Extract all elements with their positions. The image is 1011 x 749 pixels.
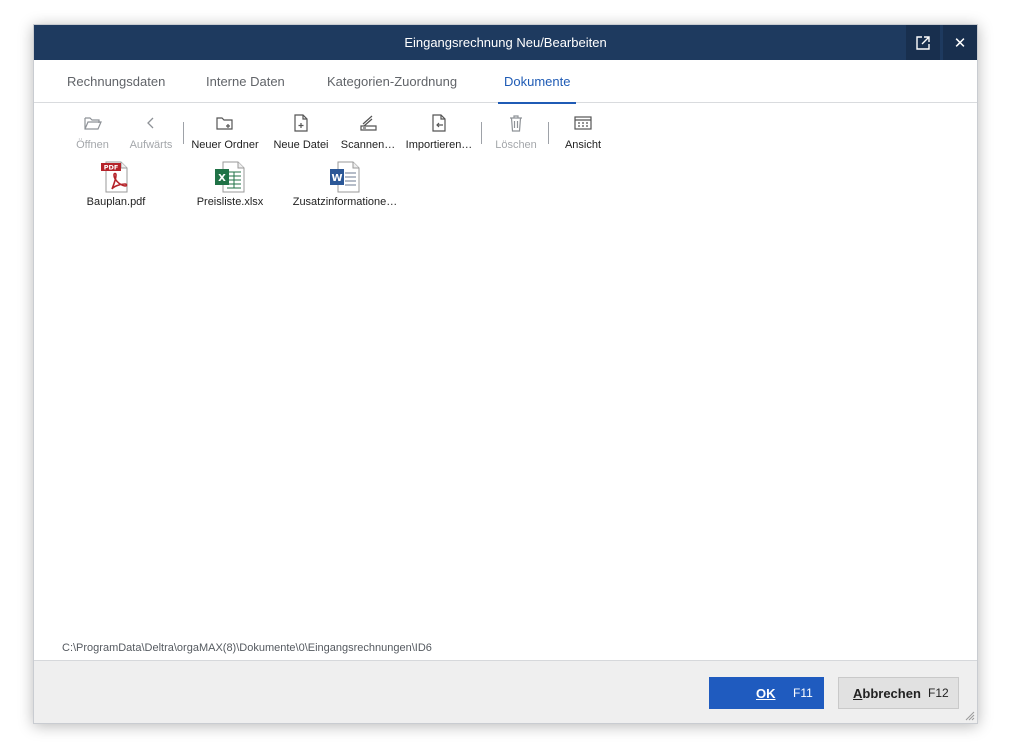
view-label: Ansicht [564,139,602,151]
cancel-button[interactable]: Abbrechen F12 [838,677,959,709]
new-file-icon [294,114,308,132]
open-label: Öffnen [76,139,109,151]
word-badge: W [331,173,342,184]
file-name: Bauplan.pdf [86,196,146,208]
folder-open-icon [83,117,102,130]
new-file-button[interactable]: Neue Datei [272,109,330,153]
up-label: Aufwärts [129,139,173,151]
tab-dokumente[interactable]: Dokumente [498,60,577,104]
new-folder-icon [216,117,233,130]
excel-badge: X [218,173,226,184]
file-item-zusatzinformationen[interactable]: W Zusatzinformatione… [292,159,398,215]
new-folder-button[interactable]: Neuer Ordner [190,109,260,153]
ok-shortcut: F11 [793,686,813,700]
toolbar-separator [183,122,184,144]
dialog-window: Eingangsrechnung Neu/Bearbeiten ✕ Rechnu… [33,24,978,724]
close-icon: ✕ [953,34,967,52]
trash-icon [510,115,522,132]
up-button[interactable]: Aufwärts [126,109,176,153]
scan-label: Scannen… [340,139,396,151]
dialog-footer: OK F11 Abbrechen F12 [34,660,977,723]
tab-kategorien-zuordnung[interactable]: Kategorien-Zuordnung [321,60,463,103]
ok-label: OK [756,685,776,701]
view-button[interactable]: Ansicht [559,109,607,153]
file-list: PDF Bauplan.pdf X Preisliste.xlsx W Zusa… [34,159,977,219]
import-button[interactable]: Importieren… [404,109,474,153]
ok-button[interactable]: OK F11 [709,677,824,709]
scanner-icon [360,115,377,131]
close-button[interactable]: ✕ [943,25,977,60]
tab-rechnungsdaten[interactable]: Rechnungsdaten [61,60,171,103]
open-button[interactable]: Öffnen [70,109,115,153]
title-bar[interactable]: Eingangsrechnung Neu/Bearbeiten ✕ [34,25,977,60]
cancel-shortcut: F12 [928,686,949,700]
tab-interne-daten[interactable]: Interne Daten [200,60,291,103]
folder-path: C:\ProgramData\Deltra\orgaMAX(8)\Dokumen… [62,642,432,654]
window-title: Eingangsrechnung Neu/Bearbeiten [404,35,607,50]
file-item-preisliste[interactable]: X Preisliste.xlsx [192,159,268,215]
tab-bar: Rechnungsdaten Interne Daten Kategorien-… [34,60,977,104]
file-name: Zusatzinformatione… [292,196,398,208]
popout-icon [916,35,930,50]
toolbar-separator [481,122,482,144]
grid-view-icon [574,116,592,130]
file-item-bauplan[interactable]: PDF Bauplan.pdf [80,159,152,215]
chevron-left-icon [147,117,154,129]
delete-label: Löschen [495,139,537,151]
new-folder-label: Neuer Ordner [191,139,259,151]
cancel-label: Abbrechen [853,685,921,701]
delete-button[interactable]: Löschen [492,109,540,153]
new-file-label: Neue Datei [273,139,329,151]
toolbar-separator [548,122,549,144]
excel-file-icon: X [215,161,245,193]
pdf-badge: PDF [104,164,119,172]
resize-grip-icon[interactable] [965,711,975,721]
scan-button[interactable]: Scannen… [340,109,396,153]
import-label: Importieren… [405,139,473,151]
document-toolbar: Öffnen Aufwärts Neuer Ordner Neue Datei [34,109,977,153]
pdf-file-icon: PDF [101,161,128,193]
import-icon [432,114,446,132]
file-name: Preisliste.xlsx [196,196,264,208]
word-file-icon: W [330,161,360,193]
popout-button[interactable] [906,25,940,60]
